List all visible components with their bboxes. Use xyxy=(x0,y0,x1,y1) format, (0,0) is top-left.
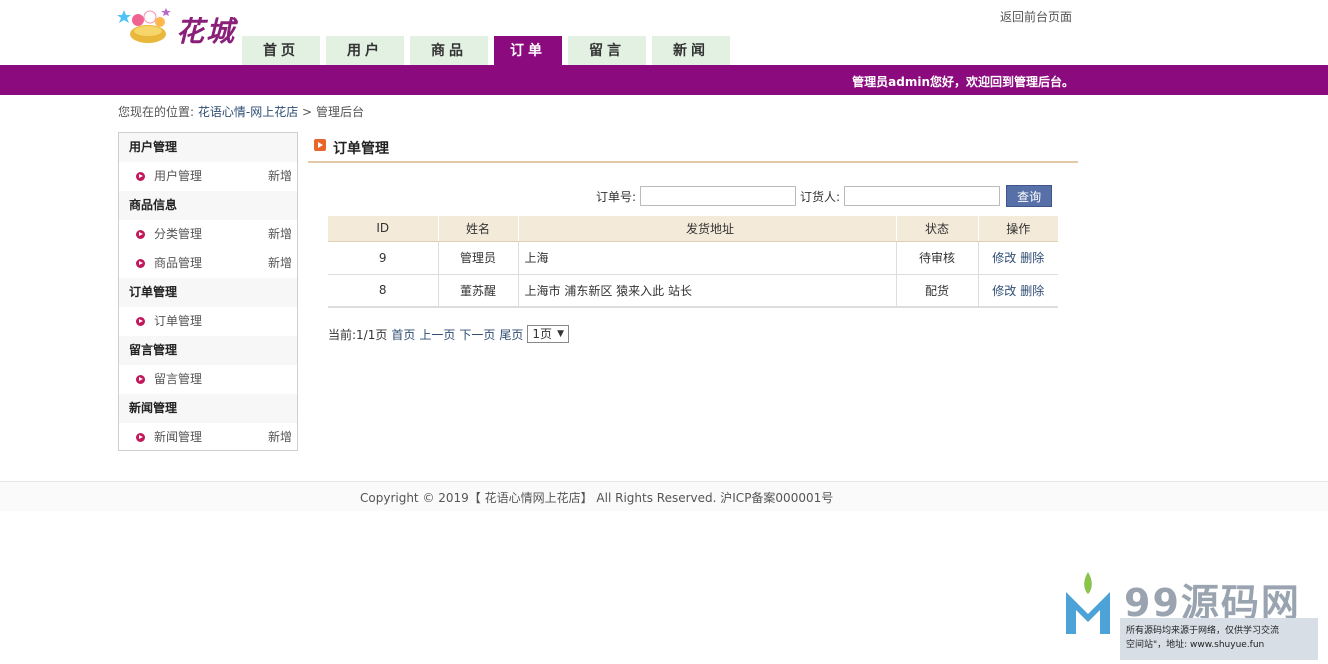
page-select[interactable]: 1页 ▼ xyxy=(527,325,569,343)
cell-id: 9 xyxy=(328,241,439,275)
page-title: 订单管理 xyxy=(333,141,389,157)
search-button[interactable]: 查询 xyxy=(1006,185,1053,207)
search-form: 订单号: 订货人: 查询 xyxy=(596,185,1053,207)
sidebar-item-label: 用户管理 xyxy=(154,169,203,183)
column-header-actions: 操作 xyxy=(978,216,1058,242)
orderer-input[interactable] xyxy=(844,186,1001,206)
orderer-label: 订货人: xyxy=(800,189,841,204)
cell-name: 董苏醒 xyxy=(438,274,519,308)
edit-link[interactable]: 修改 xyxy=(992,284,1016,298)
page-select-value: 1页 xyxy=(532,327,553,341)
arrow-bullet-icon xyxy=(136,259,145,268)
cell-address: 上海市 浦东新区 猿来入此 站长 xyxy=(518,274,897,308)
footer: Copyright © 2019【 花语心情网上花店】 All Rights R… xyxy=(0,481,1328,511)
flower-basket-icon xyxy=(117,8,171,43)
tab-messages[interactable]: 留言 xyxy=(568,36,646,65)
order-no-input[interactable] xyxy=(640,186,797,206)
arrow-bullet-icon xyxy=(136,433,145,442)
sidebar-item-label: 商品管理 xyxy=(154,256,203,270)
breadcrumb-home-link[interactable]: 花语心情-网上花店 xyxy=(198,105,298,119)
sidebar-group-products: 商品信息 xyxy=(119,191,297,220)
arrow-bullet-icon xyxy=(136,172,145,181)
arrow-bullet-icon xyxy=(136,230,145,239)
section-arrow-icon xyxy=(314,139,326,151)
sidebar-item-message-manage[interactable]: 留言管理 xyxy=(119,365,297,394)
tab-news[interactable]: 新闻 xyxy=(652,36,730,65)
table-row: 9 管理员 上海 待审核 修改 删除 xyxy=(328,241,1058,275)
add-news-link[interactable]: 新增 xyxy=(268,423,292,452)
cell-id: 8 xyxy=(328,274,439,308)
sidebar: 用户管理 用户管理 新增 商品信息 分类管理 新增 商品管理 新增 订单管理 订… xyxy=(118,132,298,451)
breadcrumb-current: 管理后台 xyxy=(315,105,364,119)
arrow-bullet-icon xyxy=(136,317,145,326)
arrow-bullet-icon xyxy=(136,375,145,384)
pagination: 当前:1/1页 首页 上一页 下一页 尾页 1页 ▼ xyxy=(328,325,569,343)
watermark-notice: 所有源码均来源于网络，仅供学习交流 空间站"，地址: www.shuyue.fu… xyxy=(1120,618,1318,660)
sidebar-item-user-manage[interactable]: 用户管理 新增 xyxy=(119,162,297,191)
pager-first-link[interactable]: 首页 xyxy=(391,326,415,343)
watermark-line-2: 空间站"，地址: www.shuyue.fun xyxy=(1126,640,1265,650)
order-no-label: 订单号: xyxy=(596,189,637,204)
cell-actions: 修改 删除 xyxy=(978,274,1058,308)
table-header-row: ID 姓名 发货地址 状态 操作 xyxy=(328,216,1058,242)
sidebar-item-order-manage[interactable]: 订单管理 xyxy=(119,307,297,336)
sidebar-group-messages: 留言管理 xyxy=(119,336,297,365)
tab-users[interactable]: 用户 xyxy=(326,36,404,65)
sidebar-item-category-manage[interactable]: 分类管理 新增 xyxy=(119,220,297,249)
tab-products[interactable]: 商品 xyxy=(410,36,488,65)
sidebar-item-label: 新闻管理 xyxy=(154,430,203,444)
table-row: 8 董苏醒 上海市 浦东新区 猿来入此 站长 配货 修改 删除 xyxy=(328,274,1058,308)
column-header-id: ID xyxy=(328,216,439,242)
sidebar-group-orders: 订单管理 xyxy=(119,278,297,307)
add-user-link[interactable]: 新增 xyxy=(268,162,292,191)
pager-next-link[interactable]: 下一页 xyxy=(459,326,495,343)
back-to-frontend-link[interactable]: 返回前台页面 xyxy=(1000,8,1072,25)
cell-status: 配货 xyxy=(896,274,979,308)
copyright-text: Copyright © 2019【 花语心情网上花店】 All Rights R… xyxy=(360,491,834,505)
breadcrumb-prefix: 您现在的位置: xyxy=(118,105,195,119)
triangle-down-icon: ▼ xyxy=(557,329,564,339)
sidebar-item-label: 订单管理 xyxy=(154,314,203,328)
pager-last-link[interactable]: 尾页 xyxy=(499,326,523,343)
add-product-link[interactable]: 新增 xyxy=(268,249,292,278)
watermark-line-1: 所有源码均来源于网络，仅供学习交流 xyxy=(1126,626,1280,636)
tab-home[interactable]: 首页 xyxy=(242,36,320,65)
logo-text: 花城 xyxy=(176,15,237,48)
cell-address: 上海 xyxy=(518,241,897,275)
delete-link[interactable]: 删除 xyxy=(1020,251,1044,265)
add-category-link[interactable]: 新增 xyxy=(268,220,292,249)
breadcrumb-separator: > xyxy=(302,105,313,119)
welcome-bar: 管理员admin您好，欢迎回到管理后台。 xyxy=(0,65,1328,95)
sidebar-group-news: 新闻管理 xyxy=(119,394,297,423)
edit-link[interactable]: 修改 xyxy=(992,251,1016,265)
orders-table: ID 姓名 发货地址 状态 操作 9 管理员 上海 待审核 修改 删除 8 董苏醒… xyxy=(328,216,1058,308)
main-nav: 首页 用户 商品 订单 留言 新闻 xyxy=(242,36,730,65)
watermark-logo-icon xyxy=(1066,572,1110,634)
main-title-bar: 订单管理 xyxy=(308,132,1078,163)
pager-prev-link[interactable]: 上一页 xyxy=(419,326,455,343)
pager-current: 当前:1/1页 xyxy=(328,327,388,342)
welcome-text: 管理员admin您好，欢迎回到管理后台。 xyxy=(852,75,1074,89)
sidebar-item-label: 分类管理 xyxy=(154,227,203,241)
cell-name: 管理员 xyxy=(438,241,519,275)
column-header-name: 姓名 xyxy=(438,216,519,242)
breadcrumb: 您现在的位置: 花语心情-网上花店 > 管理后台 xyxy=(118,103,364,120)
header: 花城 返回前台页面 首页 用户 商品 订单 留言 新闻 xyxy=(0,0,1328,65)
column-header-address: 发货地址 xyxy=(518,216,897,242)
sidebar-item-product-manage[interactable]: 商品管理 新增 xyxy=(119,249,297,278)
sidebar-item-label: 留言管理 xyxy=(154,372,203,386)
cell-status: 待审核 xyxy=(896,241,979,275)
cell-actions: 修改 删除 xyxy=(978,241,1058,275)
tab-orders[interactable]: 订单 xyxy=(494,36,562,65)
sidebar-item-news-manage[interactable]: 新闻管理 新增 xyxy=(119,423,297,452)
column-header-status: 状态 xyxy=(896,216,979,242)
sidebar-group-users: 用户管理 xyxy=(119,133,297,162)
site-logo[interactable]: 花城 xyxy=(116,4,240,48)
delete-link[interactable]: 删除 xyxy=(1020,284,1044,298)
